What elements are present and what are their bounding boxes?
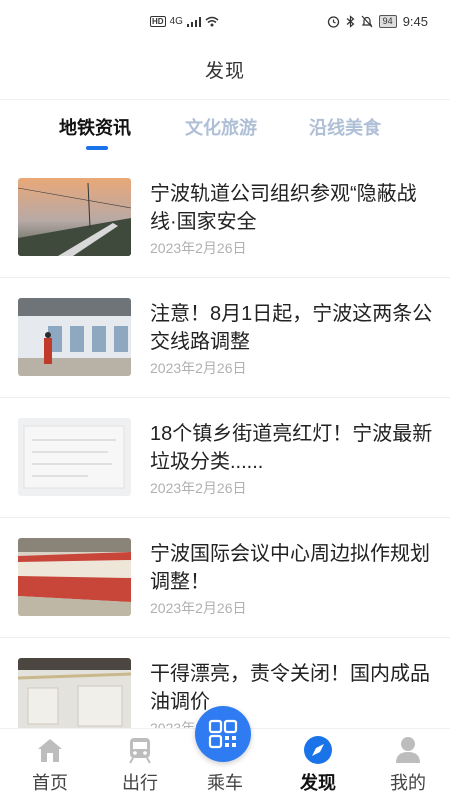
metro-platform-photo: [18, 298, 131, 376]
nav-discover[interactable]: 发现: [273, 729, 363, 800]
active-tab-indicator: [86, 146, 108, 150]
news-title: 干得漂亮，责令关闭！国内成品油调价: [150, 663, 430, 713]
news-date: 2023年2月26日: [150, 480, 247, 496]
news-title: 注意！8月1日起，宁波这两条公交线路调整: [150, 303, 433, 353]
status-signal-group: HD 4G: [150, 16, 219, 27]
news-title: 18个镇乡街道亮红灯！宁波最新垃圾分类......: [150, 423, 433, 473]
ride-qr-button[interactable]: [195, 706, 251, 762]
signal-icon: [186, 16, 201, 27]
news-date: 2023年2月26日: [150, 360, 247, 376]
battery-indicator: 94: [378, 15, 397, 28]
wifi-icon: [205, 16, 219, 27]
news-list: 宁波轨道公司组织参观“隐蔽战线·国家安全 2023年2月26日 注意！8月1日起…: [0, 158, 450, 728]
tab-food[interactable]: 沿线美食: [309, 114, 381, 140]
page-title: 发现: [204, 61, 245, 82]
news-item[interactable]: 宁波轨道公司组织参观“隐蔽战线·国家安全 2023年2月26日: [0, 158, 450, 278]
nav-discover-label: 发现: [300, 773, 336, 793]
news-date: 2023年2月26日: [150, 240, 247, 256]
news-item[interactable]: 18个镇乡街道亮红灯！宁波最新垃圾分类...... 2023年2月26日: [0, 398, 450, 518]
nav-ride-label: 乘车: [207, 773, 243, 793]
train-sunset-photo: [18, 178, 131, 256]
tab-culture-travel[interactable]: 文化旅游: [185, 114, 257, 140]
compass-icon: [304, 736, 332, 764]
nav-travel-label: 出行: [122, 773, 158, 793]
hd-badge: HD: [150, 16, 166, 27]
moving-train-photo: [18, 538, 131, 616]
nav-travel[interactable]: 出行: [95, 729, 185, 800]
status-right-group: 94 9:45: [327, 14, 428, 29]
home-icon: [38, 739, 62, 762]
nav-home-label: 首页: [32, 773, 68, 793]
alarm-icon: [327, 16, 339, 28]
news-title: 宁波轨道公司组织参观“隐蔽战线·国家安全: [150, 183, 417, 233]
user-icon: [396, 737, 420, 763]
news-date: 2023年2月26日: [150, 600, 247, 616]
mute-bell-icon: [361, 15, 373, 28]
news-item[interactable]: 注意！8月1日起，宁波这两条公交线路调整 2023年2月26日: [0, 278, 450, 398]
faded-document-photo: [18, 418, 131, 496]
nav-profile-label: 我的: [390, 773, 426, 793]
news-title: 宁波国际会议中心周边拟作规划调整！: [150, 543, 430, 593]
station-hall-photo: [18, 658, 131, 728]
category-tabs: 地铁资讯 文化旅游 沿线美食: [0, 100, 450, 154]
qr-code-icon: [208, 719, 238, 749]
title-bar: 发现: [0, 40, 450, 100]
status-bar: HD 4G 94 9:45: [0, 0, 450, 40]
nav-home[interactable]: 首页: [5, 729, 95, 800]
train-icon: [129, 738, 151, 764]
clock: 9:45: [402, 14, 428, 29]
nav-profile[interactable]: 我的: [363, 729, 450, 800]
network-type: 4G: [169, 16, 183, 27]
news-item[interactable]: 宁波国际会议中心周边拟作规划调整！ 2023年2月26日: [0, 518, 450, 638]
bluetooth-icon: [346, 15, 355, 28]
tab-metro-news[interactable]: 地铁资讯: [59, 114, 131, 140]
